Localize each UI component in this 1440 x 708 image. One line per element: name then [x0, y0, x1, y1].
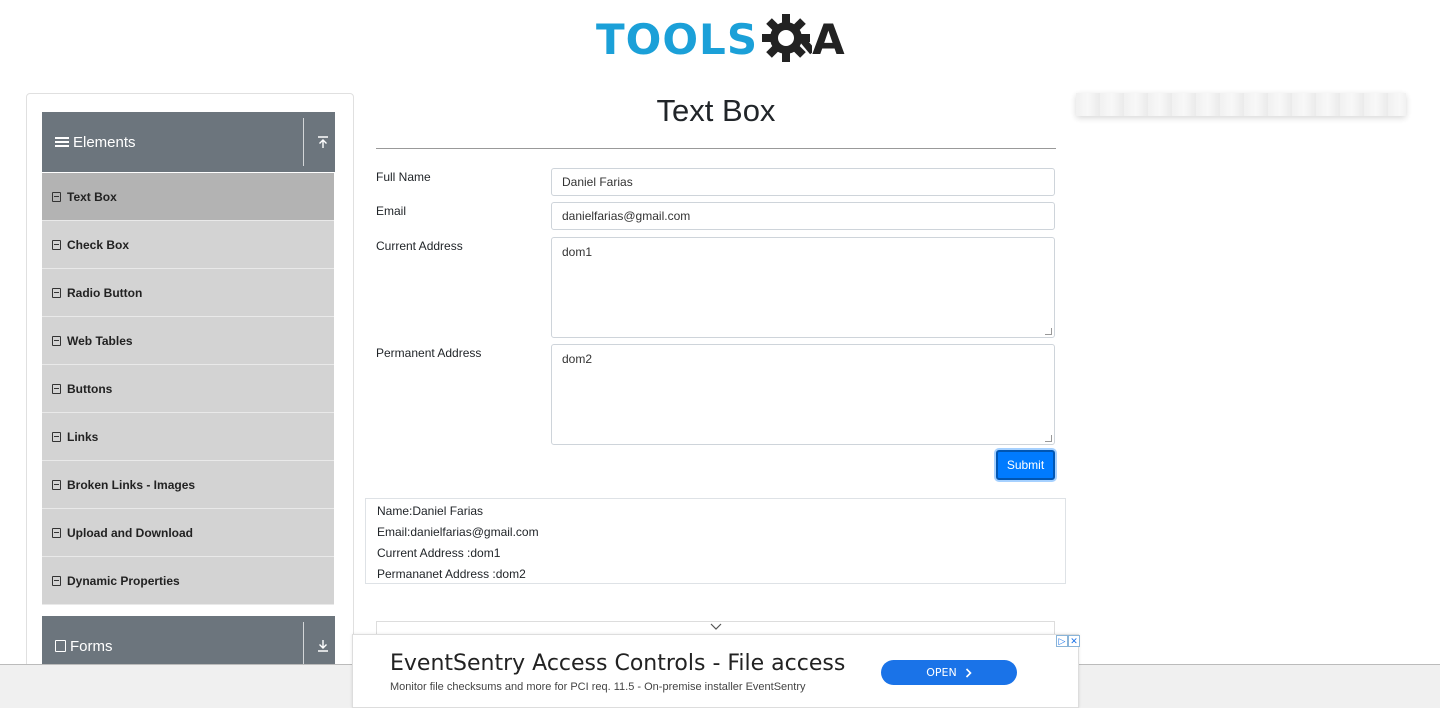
resize-grip-icon[interactable] — [1045, 328, 1052, 335]
sidebar-item-text-box[interactable]: Text Box — [42, 173, 334, 221]
email-label: Email — [376, 204, 407, 218]
list-icon — [52, 383, 61, 394]
logo-gear-q: A — [760, 12, 845, 68]
title-divider — [376, 148, 1056, 149]
list-icon — [52, 191, 61, 202]
ad-close-icon[interactable]: ✕ — [1068, 635, 1080, 647]
ad-close-controls[interactable]: ▷ ✕ — [1056, 635, 1080, 647]
current-address-label: Current Address — [376, 239, 463, 253]
sidebar-item-dynamic-properties[interactable]: Dynamic Properties — [42, 557, 334, 605]
output-permanent-address: Permananet Address :dom2 — [377, 567, 526, 581]
output-name: Name:Daniel Farias — [377, 504, 484, 518]
current-address-textarea[interactable]: dom1 — [551, 237, 1055, 338]
list-icon — [52, 479, 61, 490]
list-icon — [52, 431, 61, 442]
output-box: Name:Daniel Farias Email:danielfarias@gm… — [365, 498, 1066, 584]
ad-open-button[interactable]: OPEN — [881, 660, 1017, 685]
resize-grip-icon[interactable] — [1045, 435, 1052, 442]
list-icon — [52, 287, 61, 298]
page-title: Text Box — [656, 93, 776, 128]
sidebar-item-radio-button[interactable]: Radio Button — [42, 269, 334, 317]
header: TOOLS A — [0, 0, 1440, 80]
elements-group-icon — [55, 137, 69, 147]
elements-menu: Text Box Check Box Radio Button Web Tabl… — [42, 173, 334, 605]
advertisement-banner[interactable]: ▷ ✕ EventSentry Access Controls - File a… — [352, 634, 1080, 708]
sidebar-item-label: Broken Links - Images — [67, 477, 196, 492]
forms-group-icon — [55, 640, 66, 652]
toolsqa-logo[interactable]: TOOLS A — [596, 12, 845, 68]
permanent-address-textarea[interactable]: dom2 — [551, 344, 1055, 445]
group-divider — [303, 118, 304, 166]
sidebar-item-upload-download[interactable]: Upload and Download — [42, 509, 334, 557]
sidebar-item-label: Text Box — [67, 189, 117, 204]
list-icon — [52, 239, 61, 250]
sidebar-item-broken-links[interactable]: Broken Links - Images — [42, 461, 334, 509]
ad-open-label: OPEN — [926, 666, 957, 679]
output-current-address: Current Address :dom1 — [377, 546, 501, 560]
advertisement-strip[interactable] — [1076, 93, 1406, 116]
sidebar-item-buttons[interactable]: Buttons — [42, 365, 334, 413]
group-header-elements[interactable]: Elements — [42, 112, 335, 172]
list-icon — [52, 527, 61, 538]
ad-subtitle: Monitor file checksums and more for PCI … — [390, 681, 806, 693]
submit-button[interactable]: Submit — [996, 450, 1055, 480]
sidebar-item-label: Radio Button — [67, 285, 143, 300]
full-name-input[interactable]: Daniel Farias — [551, 168, 1055, 196]
current-address-value: dom1 — [562, 245, 593, 259]
ad-title[interactable]: EventSentry Access Controls - File acces… — [390, 651, 845, 676]
group-title-elements: Elements — [73, 133, 136, 151]
ad-info-icon[interactable]: ▷ — [1056, 635, 1068, 647]
output-email: Email:danielfarias@gmail.com — [377, 525, 539, 539]
sidebar-item-label: Dynamic Properties — [67, 573, 180, 588]
permanent-address-value: dom2 — [562, 352, 593, 366]
logo-suffix: A — [812, 15, 845, 64]
sidebar-item-web-tables[interactable]: Web Tables — [42, 317, 334, 365]
gear-icon — [762, 14, 813, 62]
group-divider — [303, 622, 304, 670]
sidebar-item-label: Links — [67, 429, 99, 444]
permanent-address-label: Permanent Address — [376, 346, 482, 360]
sidebar-item-label: Upload and Download — [67, 525, 193, 540]
chevron-right-icon — [965, 667, 972, 678]
logo-text: TOOLS — [596, 15, 759, 64]
list-icon — [52, 335, 61, 346]
collapse-up-icon[interactable] — [312, 112, 334, 172]
sidebar-item-label: Check Box — [67, 237, 130, 252]
chevron-down-icon — [710, 623, 722, 630]
full-name-label: Full Name — [376, 170, 431, 184]
sidebar-item-links[interactable]: Links — [42, 413, 334, 461]
email-input[interactable]: danielfarias@gmail.com — [551, 202, 1055, 230]
sidebar-item-label: Web Tables — [67, 333, 133, 348]
list-icon — [52, 575, 61, 586]
sidebar-item-check-box[interactable]: Check Box — [42, 221, 334, 269]
sidebar-item-label: Buttons — [67, 381, 113, 396]
group-title-forms: Forms — [70, 637, 113, 655]
